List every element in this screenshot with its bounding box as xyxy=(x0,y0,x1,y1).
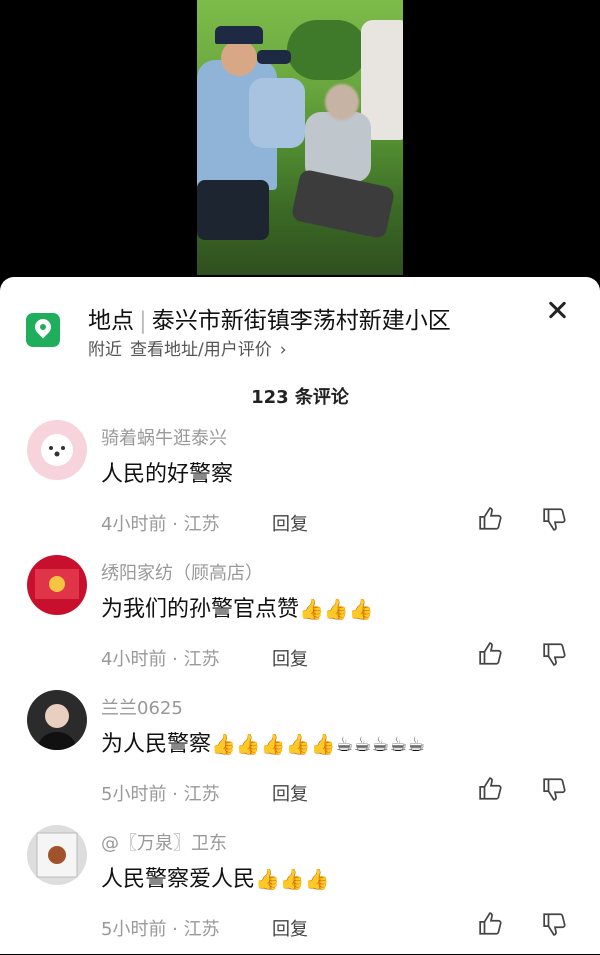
comment-meta: 4小时前 · 江苏 xyxy=(101,514,220,535)
location-subtitle[interactable]: 附近 查看地址/用户评价 › xyxy=(88,335,295,360)
close-icon[interactable] xyxy=(546,299,568,321)
location-label: 地点 xyxy=(88,308,134,334)
comment-text: 为人民警察👍👍👍👍👍☕☕☕☕☕ xyxy=(101,732,426,757)
location-pin-icon xyxy=(26,313,60,347)
location-name: 泰兴市新街镇李荡村新建小区 xyxy=(151,308,451,334)
comment-item: 绣阳家纺（顾高店） 为我们的孙警官点赞👍👍👍 4小时前 · 江苏 回复 xyxy=(0,555,600,685)
chevron-right-icon: › xyxy=(279,340,287,360)
thumbs-up-icon[interactable] xyxy=(478,911,504,937)
comment-username[interactable]: 绣阳家纺（顾高店） xyxy=(101,559,263,585)
view-address-link[interactable]: 查看地址/用户评价 xyxy=(130,340,272,360)
thumbs-down-icon[interactable] xyxy=(542,506,568,532)
comment-username[interactable]: 兰兰0625 xyxy=(101,694,183,720)
thumbs-down-icon[interactable] xyxy=(542,641,568,667)
comment-item: 骑着蜗牛逛泰兴 人民的好警察 4小时前 · 江苏 回复 xyxy=(0,420,600,550)
reply-button[interactable]: 回复 xyxy=(272,645,308,671)
comment-text: 人民的好警察 xyxy=(101,462,234,487)
thumbs-up-icon[interactable] xyxy=(478,641,504,667)
reply-button[interactable]: 回复 xyxy=(272,780,308,806)
thumbs-up-icon[interactable] xyxy=(478,506,504,532)
comment-item: 兰兰0625 为人民警察👍👍👍👍👍☕☕☕☕☕ 5小时前 · 江苏 回复 xyxy=(0,690,600,820)
nearby-label: 附近 xyxy=(88,340,122,360)
comment-username[interactable]: @〖万泉〗卫东 xyxy=(101,829,227,855)
comment-meta: 5小时前 · 江苏 xyxy=(101,919,220,940)
video-frame xyxy=(197,0,403,275)
avatar[interactable] xyxy=(27,825,87,885)
avatar[interactable] xyxy=(27,420,87,480)
reply-button[interactable]: 回复 xyxy=(272,915,308,941)
comment-item: @〖万泉〗卫东 人民警察爱人民👍👍👍 5小时前 · 江苏 回复 xyxy=(0,825,600,955)
video-player[interactable] xyxy=(0,0,600,300)
comment-count: 123 条评论 xyxy=(251,387,349,408)
avatar[interactable] xyxy=(27,555,87,615)
comment-meta: 5小时前 · 江苏 xyxy=(101,784,220,805)
reply-button[interactable]: 回复 xyxy=(272,510,308,536)
thumbs-up-icon[interactable] xyxy=(478,776,504,802)
comment-username[interactable]: 骑着蜗牛逛泰兴 xyxy=(101,424,227,450)
thumbs-down-icon[interactable] xyxy=(542,911,568,937)
location-title[interactable]: 地点 | 泰兴市新街镇李荡村新建小区 xyxy=(88,301,451,335)
comment-meta: 4小时前 · 江苏 xyxy=(101,649,220,670)
avatar[interactable] xyxy=(27,690,87,750)
comment-text: 人民警察爱人民👍👍👍 xyxy=(101,867,330,892)
thumbs-down-icon[interactable] xyxy=(542,776,568,802)
comment-text: 为我们的孙警官点赞👍👍👍 xyxy=(101,597,374,622)
comment-sheet: 地点 | 泰兴市新街镇李荡村新建小区 附近 查看地址/用户评价 › 123 条评论 骑着… xyxy=(0,277,600,954)
